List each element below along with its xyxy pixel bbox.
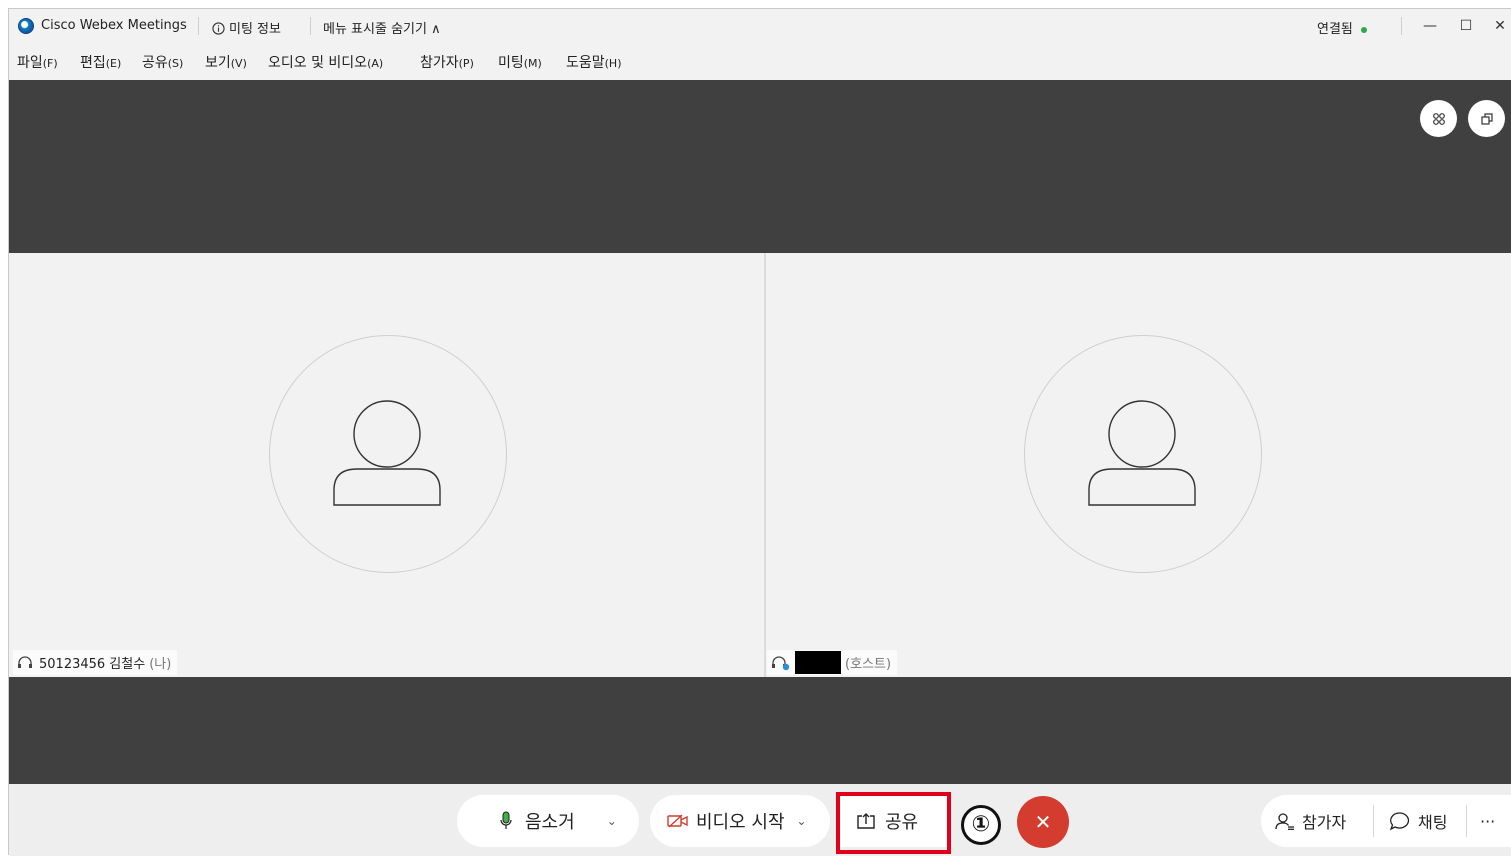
right-controls: 참가자 채팅 ··· xyxy=(1261,795,1511,847)
webex-logo-icon xyxy=(18,18,34,34)
chat-label: 채팅 xyxy=(1418,813,1448,832)
menu-participants[interactable]: 참가자(P) xyxy=(420,52,474,72)
divider xyxy=(1401,17,1402,35)
stage-bottom-band xyxy=(9,677,1511,784)
mute-button[interactable]: 음소거 ⌄ xyxy=(457,795,639,847)
participants-label: 참가자 xyxy=(1302,813,1347,832)
divider xyxy=(198,17,199,35)
chevron-down-icon[interactable]: ⌄ xyxy=(607,814,617,828)
chat-button[interactable]: 채팅 xyxy=(1389,795,1447,847)
menu-bar: 파일(F) 편집(E) 공유(S) 보기(V) 오디오 및 비디오(A) 참가자… xyxy=(9,49,1511,75)
mute-label: 음소거 xyxy=(525,812,575,833)
connection-status: 연결됨 xyxy=(1317,18,1367,37)
chat-icon xyxy=(1389,812,1410,831)
participant-name-tag: (호스트) xyxy=(767,650,898,675)
host-headset-icon xyxy=(772,655,790,670)
divider xyxy=(310,17,311,35)
status-dot-icon xyxy=(1360,26,1367,33)
step-number-badge: ① xyxy=(961,805,1001,845)
stage-top-band xyxy=(9,80,1511,253)
close-icon: ✕ xyxy=(1034,810,1052,834)
menu-audio-video[interactable]: 오디오 및 비디오(A) xyxy=(268,52,383,72)
grid-view-button[interactable] xyxy=(1420,100,1457,137)
chevron-down-icon[interactable]: ⌄ xyxy=(797,814,807,828)
video-off-icon xyxy=(667,814,688,828)
menu-help[interactable]: 도움말(H) xyxy=(566,52,622,72)
menu-meeting[interactable]: 미팅(M) xyxy=(498,52,542,72)
menu-share[interactable]: 공유(S) xyxy=(142,52,183,72)
redacted-name xyxy=(795,651,841,674)
menu-edit[interactable]: 편집(E) xyxy=(80,52,121,72)
meeting-control-bar: 음소거 ⌄ 비디오 시작 ⌄ 공유 ① ✕ 참가자 채팅 ··· xyxy=(9,784,1511,856)
grid-view-icon xyxy=(1432,112,1445,125)
participant-name: 50123456 김철수 xyxy=(39,657,146,672)
more-icon: ··· xyxy=(1480,811,1496,831)
start-video-label: 비디오 시작 xyxy=(696,812,785,833)
participant-name-tag: 50123456 김철수 (나) xyxy=(13,650,178,675)
headset-icon xyxy=(18,655,32,668)
meeting-info-button[interactable]: 미팅 정보 xyxy=(212,18,281,37)
maximize-icon[interactable]: ☐ xyxy=(1455,15,1477,37)
participants-button[interactable]: 참가자 xyxy=(1275,795,1346,847)
menu-file[interactable]: 파일(F) xyxy=(17,52,58,72)
popout-window-button[interactable] xyxy=(1468,100,1505,137)
participant-tile-host[interactable]: (호스트) xyxy=(766,253,1511,677)
person-icon xyxy=(333,400,441,506)
participant-role: (호스트) xyxy=(845,657,892,672)
participant-role: (나) xyxy=(149,657,172,672)
connection-status-label: 연결됨 xyxy=(1317,22,1353,37)
participants-icon xyxy=(1275,813,1294,830)
start-video-button[interactable]: 비디오 시작 ⌄ xyxy=(650,795,830,847)
divider xyxy=(1373,805,1374,837)
share-highlight-box xyxy=(836,792,951,854)
menu-view[interactable]: 보기(V) xyxy=(205,52,247,72)
close-window-icon[interactable]: ✕ xyxy=(1489,15,1511,37)
avatar xyxy=(269,335,507,573)
meeting-info-label: 미팅 정보 xyxy=(229,22,281,37)
participant-tile-self[interactable]: 50123456 김철수 (나) xyxy=(9,253,764,677)
app-title: Cisco Webex Meetings xyxy=(41,18,187,33)
more-options-button[interactable]: ··· xyxy=(1480,795,1495,847)
microphone-icon xyxy=(500,811,512,829)
webex-window: Cisco Webex Meetings 미팅 정보 메뉴 표시줄 숨기기 ∧ … xyxy=(8,8,1511,856)
avatar xyxy=(1024,335,1262,573)
video-tiles: 50123456 김철수 (나) (호스트) xyxy=(9,253,1511,677)
person-icon xyxy=(1088,400,1196,506)
minimize-icon[interactable]: — xyxy=(1419,15,1441,37)
title-bar: Cisco Webex Meetings 미팅 정보 메뉴 표시줄 숨기기 ∧ … xyxy=(9,9,1511,43)
hide-menu-bar-button[interactable]: 메뉴 표시줄 숨기기 ∧ xyxy=(323,18,441,37)
info-icon xyxy=(212,22,225,35)
end-meeting-button[interactable]: ✕ xyxy=(1017,796,1069,848)
divider xyxy=(1466,805,1467,837)
popout-window-icon xyxy=(1480,112,1493,125)
